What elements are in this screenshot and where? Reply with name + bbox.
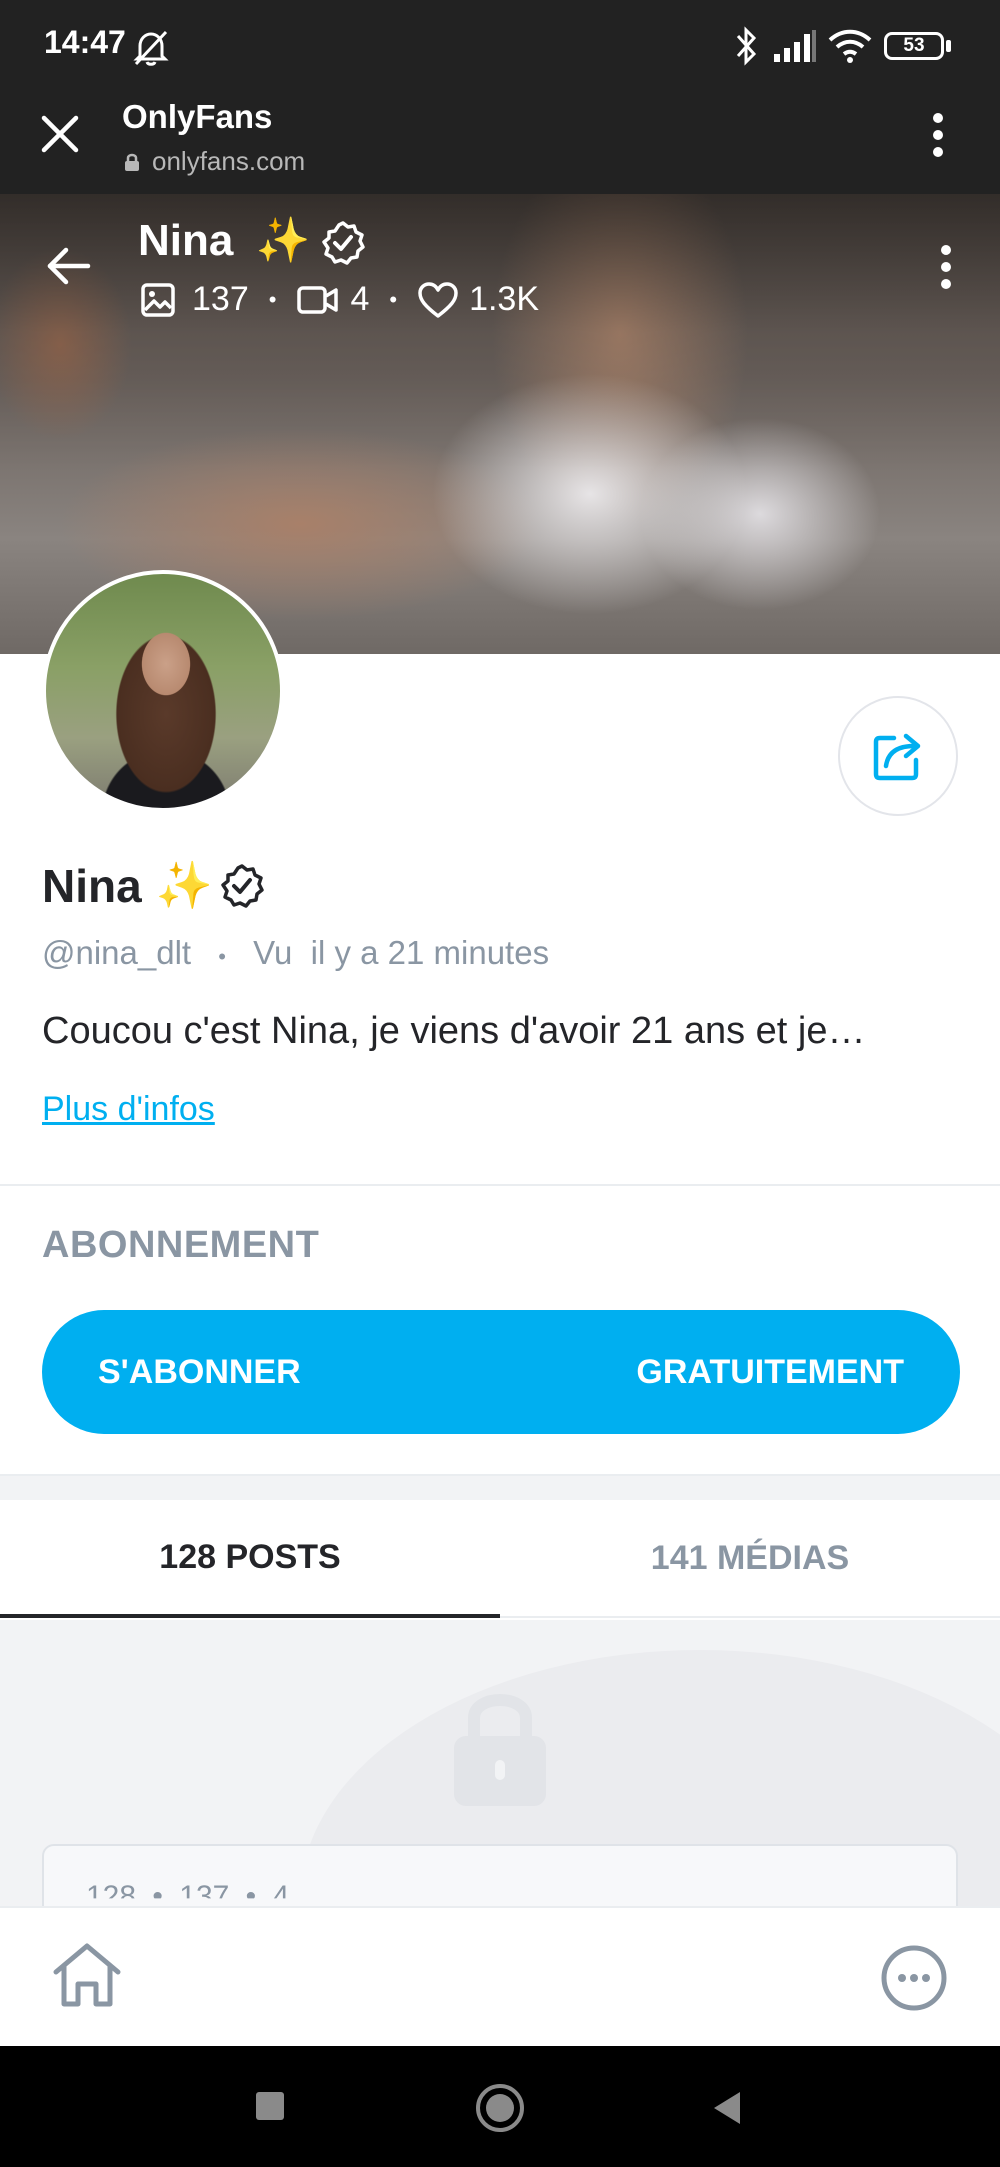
- close-icon[interactable]: [40, 114, 80, 154]
- verified-badge-icon: [322, 221, 365, 265]
- videos-count: 4: [350, 280, 370, 318]
- stats-separator: •: [268, 286, 277, 312]
- back-button[interactable]: [710, 2088, 744, 2128]
- bluetooth-icon: [736, 26, 757, 66]
- subscribe-label: S'ABONNER: [98, 1352, 301, 1391]
- battery-level: 53: [903, 35, 925, 56]
- sparkles-emoji: ✨: [155, 859, 213, 911]
- profile-handle: @nina_dlt: [42, 934, 192, 971]
- home-button[interactable]: [474, 2082, 526, 2134]
- cover-name-text: Nina: [138, 216, 234, 265]
- cover-profile-name: Nina ✨: [138, 214, 310, 266]
- home-icon[interactable]: [50, 1940, 124, 2010]
- bottom-navigation: [0, 1906, 1000, 2046]
- image-icon: [141, 282, 175, 317]
- more-options-icon[interactable]: [880, 1944, 948, 2012]
- more-info-link[interactable]: Plus d'infos: [42, 1090, 215, 1129]
- wifi-icon: [828, 29, 872, 63]
- profile-tabs: 128 POSTS 141 MÉDIAS: [0, 1500, 1000, 1618]
- section-gap: [0, 1474, 1000, 1502]
- profile-more-icon[interactable]: [934, 244, 958, 290]
- share-icon: [873, 733, 921, 781]
- heart-icon: [418, 281, 458, 318]
- tab-media[interactable]: 141 MÉDIAS: [500, 1500, 1000, 1618]
- last-seen: Vu il y a 21 minutes: [253, 934, 550, 971]
- profile-bio: Coucou c'est Nina, je viens d'avoir 21 a…: [42, 1010, 866, 1052]
- more-vertical-icon[interactable]: [926, 112, 950, 158]
- status-time: 14:47: [44, 24, 126, 60]
- battery-icon: 53: [884, 32, 944, 60]
- tab-posts[interactable]: 128 POSTS: [0, 1500, 500, 1618]
- likes-count: 1.3K: [469, 280, 540, 318]
- stats-separator: •: [389, 286, 398, 312]
- sparkles-emoji: ✨: [255, 216, 311, 265]
- cover-stats: 137 • 4 • 1.3K: [140, 280, 539, 319]
- photos-count: 137: [192, 280, 249, 318]
- subscribe-price: GRATUITEMENT: [636, 1352, 904, 1391]
- recents-button[interactable]: [256, 2092, 284, 2120]
- browser-url[interactable]: onlyfans.com: [152, 146, 305, 177]
- profile-name-text: Nina: [42, 859, 142, 912]
- profile-name: Nina ✨: [42, 858, 265, 913]
- avatar[interactable]: [42, 570, 284, 812]
- meta-separator: •: [218, 944, 226, 969]
- battery-tip: [946, 40, 951, 52]
- profile-meta: @nina_dlt • Vu il y a 21 minutes: [42, 934, 549, 972]
- subscription-heading: ABONNEMENT: [42, 1224, 320, 1266]
- verified-badge-icon: [221, 863, 264, 908]
- lock-icon: [125, 153, 139, 171]
- lock-icon: [454, 1694, 546, 1806]
- back-arrow-icon[interactable]: [44, 244, 92, 288]
- signal-icon: [774, 30, 816, 62]
- browser-title: OnlyFans: [122, 98, 273, 135]
- divider: [0, 1184, 1000, 1186]
- share-button[interactable]: [838, 696, 958, 816]
- muted-bell-icon: [133, 30, 169, 66]
- video-icon: [297, 285, 339, 314]
- subscribe-button[interactable]: S'ABONNER GRATUITEMENT: [42, 1310, 960, 1434]
